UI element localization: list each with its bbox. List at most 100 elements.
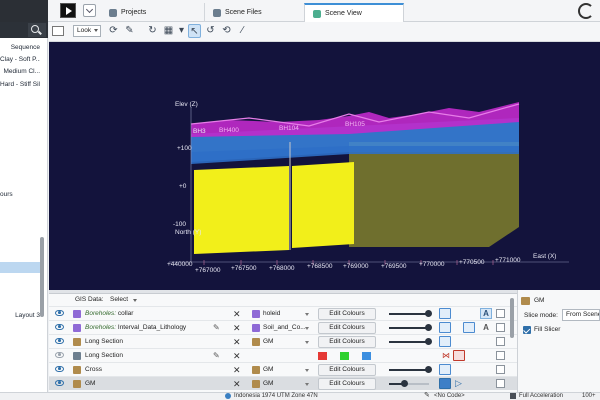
- remove-icon[interactable]: ✕: [233, 363, 241, 377]
- step-forward-icon[interactable]: ▷: [455, 379, 462, 388]
- opacity-slider[interactable]: [389, 369, 429, 371]
- edit-pencil-icon[interactable]: ✎: [213, 323, 220, 332]
- opacity-slider-handle[interactable]: [425, 366, 432, 373]
- play-slice-icon[interactable]: [439, 378, 451, 389]
- sidebar-item[interactable]: Layout 3: [0, 310, 40, 322]
- visibility-eye-icon[interactable]: [55, 366, 64, 372]
- sidebar-item[interactable]: Medium Cl...: [0, 66, 40, 78]
- tab-scene-view[interactable]: Scene View: [304, 3, 404, 22]
- opacity-slider[interactable]: [389, 383, 429, 385]
- look-dropdown[interactable]: Look: [73, 25, 101, 37]
- rotate-icon[interactable]: ⟳: [107, 24, 120, 38]
- visibility-eye-icon[interactable]: [55, 352, 64, 358]
- row-checkbox[interactable]: [496, 337, 505, 346]
- line-style-icon[interactable]: [453, 350, 465, 361]
- 3d-scene-viewport[interactable]: Elev (Z) North (Y) East (X) BH3 BH400 BH…: [49, 42, 600, 290]
- chevron-down-icon[interactable]: [305, 313, 309, 316]
- colour-swatch[interactable]: [362, 352, 371, 360]
- opacity-slider-handle[interactable]: [425, 338, 432, 345]
- grid-icon[interactable]: ▦: [162, 24, 175, 38]
- chevron-down-icon[interactable]: [305, 369, 309, 372]
- opacity-slider[interactable]: [389, 327, 429, 329]
- edit-colours-button[interactable]: Edit Colours: [318, 364, 376, 376]
- remove-icon[interactable]: ✕: [233, 321, 241, 335]
- sidebar-item[interactable]: Hard - Stiff Sil...: [0, 79, 40, 91]
- labels-toggle-button[interactable]: A: [480, 322, 492, 333]
- layer-row[interactable]: Long Section ✎ ✕ ⋈: [49, 348, 517, 362]
- property-icon: [252, 338, 260, 346]
- column-display-icon[interactable]: [439, 364, 451, 375]
- sidebar-item[interactable]: Sequence: [0, 42, 40, 54]
- property-icon: [252, 366, 260, 374]
- colour-property-dropdown[interactable]: Soil_and_Co...: [263, 321, 311, 335]
- visibility-eye-icon[interactable]: [55, 380, 64, 386]
- opacity-slider-handle[interactable]: [425, 310, 432, 317]
- column-width-icon[interactable]: [463, 322, 475, 333]
- column-display-icon[interactable]: [439, 322, 451, 333]
- chevron-down-icon[interactable]: [305, 383, 309, 386]
- sidebar-selected-item[interactable]: [0, 262, 40, 273]
- draw-line-icon[interactable]: ✎: [123, 24, 136, 38]
- tab-scene-files[interactable]: Scene Files: [204, 3, 304, 22]
- row-checkbox[interactable]: [496, 351, 505, 360]
- visibility-eye-icon[interactable]: [55, 324, 64, 330]
- colour-property-dropdown[interactable]: GM: [263, 335, 311, 349]
- fill-slicer-checkbox[interactable]: [523, 326, 531, 334]
- opacity-slider[interactable]: [389, 341, 429, 343]
- remove-icon[interactable]: ✕: [233, 377, 241, 391]
- layer-name: GM: [85, 380, 96, 387]
- visibility-eye-icon[interactable]: [55, 310, 64, 316]
- layers-scrollbar[interactable]: [510, 298, 514, 338]
- remove-icon[interactable]: ✕: [233, 335, 241, 349]
- row-checkbox[interactable]: [496, 365, 505, 374]
- chevron-down-icon[interactable]: ▾: [175, 24, 188, 38]
- edit-colours-button[interactable]: Edit Colours: [318, 308, 376, 320]
- labels-toggle-button[interactable]: A: [480, 308, 492, 319]
- column-display-icon[interactable]: [439, 336, 451, 347]
- code-status[interactable]: <No Code>: [434, 392, 465, 400]
- slice-icon[interactable]: ↻: [146, 24, 159, 38]
- row-checkbox[interactable]: [496, 323, 505, 332]
- reset-view-icon[interactable]: ⟲: [220, 24, 233, 38]
- play-icon[interactable]: [60, 3, 76, 18]
- edit-pencil-icon[interactable]: ✎: [213, 351, 220, 360]
- chevron-down-icon[interactable]: [305, 341, 309, 344]
- layer-row[interactable]: Long Section ✕ GM Edit Colours: [49, 334, 517, 348]
- window-icon[interactable]: [52, 26, 64, 36]
- row-checkbox[interactable]: [496, 309, 505, 318]
- column-display-icon[interactable]: [439, 308, 451, 319]
- layer-row[interactable]: Boreholes: Interval_Data_Lithology ✎ ✕ S…: [49, 320, 517, 334]
- colour-property-dropdown[interactable]: GM: [263, 363, 311, 377]
- chevron-down-icon[interactable]: [83, 4, 96, 17]
- colour-swatch[interactable]: [340, 352, 349, 360]
- row-checkbox[interactable]: [496, 379, 505, 388]
- coordinate-system[interactable]: Indonesia 1974 UTM Zone 47N: [234, 392, 318, 400]
- layer-row[interactable]: Cross ✕ GM Edit Colours: [49, 362, 517, 376]
- opacity-slider-handle[interactable]: [401, 380, 408, 387]
- edit-colours-button[interactable]: Edit Colours: [318, 322, 376, 334]
- tab-projects[interactable]: Projects: [101, 3, 201, 22]
- measure-icon[interactable]: ∕: [236, 24, 249, 38]
- rotate-view-icon[interactable]: ↺: [204, 24, 217, 38]
- bowtie-icon[interactable]: ⋈: [442, 352, 450, 360]
- sidebar-item[interactable]: ours: [0, 189, 40, 201]
- edit-colours-button[interactable]: Edit Colours: [318, 378, 376, 390]
- gis-data-dropdown[interactable]: Select: [110, 295, 138, 305]
- layer-row[interactable]: Boreholes: collar ✕ holeid Edit Colours …: [49, 306, 517, 320]
- slice-mode-dropdown[interactable]: From Scene: [562, 309, 600, 321]
- edit-colours-button[interactable]: Edit Colours: [318, 336, 376, 348]
- visibility-eye-icon[interactable]: [55, 338, 64, 344]
- select-pointer-icon[interactable]: ↖: [188, 24, 201, 38]
- remove-icon[interactable]: ✕: [233, 349, 241, 363]
- sidebar-item[interactable]: Clay - Soft P...: [0, 54, 40, 66]
- colour-swatch[interactable]: [318, 352, 327, 360]
- colour-property-dropdown[interactable]: holeid: [263, 307, 311, 321]
- section-icon: [73, 366, 81, 374]
- layer-row-selected[interactable]: GM ✕ GM Edit Colours ▷: [49, 376, 517, 390]
- chevron-down-icon[interactable]: [305, 327, 309, 330]
- remove-icon[interactable]: ✕: [233, 307, 241, 321]
- sidebar-scrollbar[interactable]: [40, 237, 44, 317]
- opacity-slider[interactable]: [389, 313, 429, 315]
- opacity-slider-handle[interactable]: [425, 324, 432, 331]
- colour-property-dropdown[interactable]: GM: [263, 377, 311, 391]
